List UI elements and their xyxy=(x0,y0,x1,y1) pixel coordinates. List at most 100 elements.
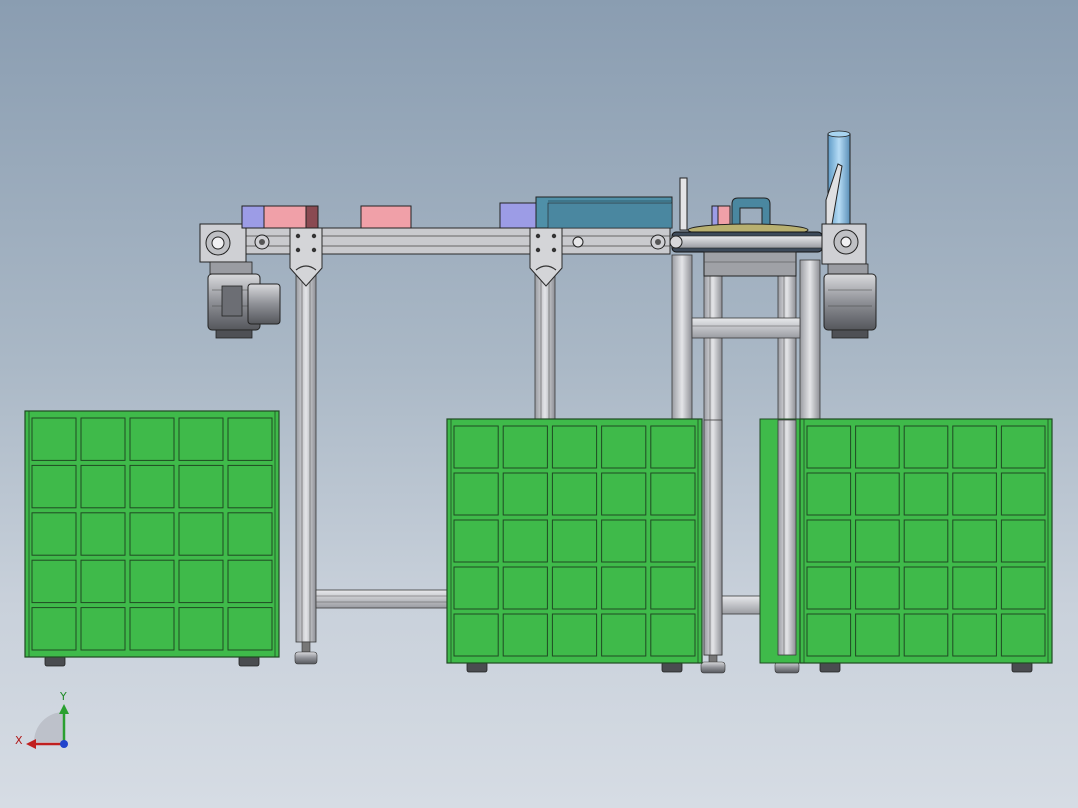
pallet-cell xyxy=(855,566,900,610)
pallet-cell xyxy=(601,472,647,516)
front-posts xyxy=(703,419,797,656)
pallet-cell xyxy=(31,559,77,604)
pallet-cell xyxy=(551,566,598,610)
pallet-cell xyxy=(1000,613,1046,657)
pallet-cell xyxy=(453,472,499,516)
pallet-cell xyxy=(227,559,273,604)
pallet-cell xyxy=(903,472,949,516)
leveling-foot xyxy=(294,641,318,665)
pallet-cell xyxy=(806,425,852,469)
pallet-cell xyxy=(31,512,77,556)
pallet-cell xyxy=(178,512,224,556)
pallet-rack xyxy=(24,410,280,667)
pallet-cell xyxy=(601,425,647,469)
mid-beam-right xyxy=(691,317,801,339)
pallet-cell xyxy=(453,566,499,610)
vertical-feed-pipe xyxy=(825,130,851,231)
frame-post-left xyxy=(295,249,317,643)
pallet-cell xyxy=(502,566,548,610)
pallet-cell xyxy=(551,425,598,469)
pallet-cell xyxy=(502,472,548,516)
pallet-cell xyxy=(551,519,598,563)
pallet-cell xyxy=(1000,566,1046,610)
pallet-cell xyxy=(601,566,647,610)
pallet-cell xyxy=(903,519,949,563)
pallet-cell xyxy=(650,472,696,516)
pallet-cell xyxy=(806,472,852,516)
pallet-cell xyxy=(952,566,997,610)
pallet-cell xyxy=(453,613,499,657)
pallet-cell xyxy=(129,559,175,604)
package-box xyxy=(263,205,307,229)
pallet-cell xyxy=(601,613,647,657)
pallet-cell xyxy=(952,472,997,516)
pallet-cell xyxy=(855,472,900,516)
pallet-cell xyxy=(806,566,852,610)
pallet-cell xyxy=(1000,472,1046,516)
package-box xyxy=(360,205,412,229)
bottom-beam-left xyxy=(315,589,449,609)
pallet-cell xyxy=(129,464,175,509)
pallet-cell xyxy=(227,464,273,509)
pallet-layer xyxy=(24,410,1053,673)
pallet-cell xyxy=(551,472,598,516)
pallet-cell xyxy=(453,519,499,563)
pallet-cell xyxy=(129,512,175,556)
frame-post-right-a xyxy=(671,254,693,421)
pallet-cell xyxy=(178,464,224,509)
pallet-cell xyxy=(952,613,997,657)
pallet-cell xyxy=(855,425,900,469)
triad-x-label: X xyxy=(15,734,23,747)
pallet-cell xyxy=(129,607,175,651)
mount-bracket xyxy=(289,227,323,287)
pallet-cell xyxy=(227,417,273,461)
pallet-cell xyxy=(903,566,949,610)
pallet-cell xyxy=(178,559,224,604)
pallet-cell xyxy=(178,417,224,461)
pallet-cell xyxy=(227,512,273,556)
pallet-cell xyxy=(601,519,647,563)
pallet-cell xyxy=(31,607,77,651)
assembly-view[interactable]: Y X xyxy=(0,0,1078,808)
pallet-rack xyxy=(446,418,703,673)
pallet-cell xyxy=(650,613,696,657)
pallet-cell xyxy=(855,613,900,657)
pallet-cell xyxy=(502,425,548,469)
pallet-cell xyxy=(31,464,77,509)
pallet-cell xyxy=(806,519,852,563)
pallet-cell xyxy=(855,519,900,563)
pallet-cell xyxy=(1000,425,1046,469)
pallet-cell xyxy=(903,425,949,469)
pallet-cell xyxy=(1000,519,1046,563)
triad-y-label: Y xyxy=(59,690,67,703)
pallet-cell xyxy=(80,512,126,556)
conveyor-belt xyxy=(199,227,671,255)
pallet-cell xyxy=(80,464,126,509)
pallet-cell xyxy=(952,519,997,563)
pallet-cell xyxy=(502,613,548,657)
turntable-station xyxy=(669,177,823,277)
package-box xyxy=(241,205,265,229)
gear-motor-right xyxy=(821,223,877,339)
pallet-cell xyxy=(129,417,175,461)
pallet-cell xyxy=(650,519,696,563)
leveling-foot xyxy=(700,654,726,674)
pallet-cell xyxy=(551,613,598,657)
pallet-cell xyxy=(650,425,696,469)
pallet-cell xyxy=(453,425,499,469)
pallet-cell xyxy=(80,559,126,604)
pallet-cell xyxy=(903,613,949,657)
pallet-rack xyxy=(799,418,1053,673)
coordinate-triad-icon: Y X xyxy=(15,690,69,749)
pallet-cell xyxy=(502,519,548,563)
cad-viewport[interactable]: Y X xyxy=(0,0,1078,808)
pallet-cell xyxy=(80,607,126,651)
pallet-cell xyxy=(80,417,126,461)
pallet-cell xyxy=(31,417,77,461)
pallet-cell xyxy=(952,425,997,469)
pallet-cell xyxy=(806,613,852,657)
pallet-cell xyxy=(178,607,224,651)
pallet-cell xyxy=(650,566,696,610)
frame-post-right-d xyxy=(799,259,821,421)
pallet-cell xyxy=(227,607,273,651)
